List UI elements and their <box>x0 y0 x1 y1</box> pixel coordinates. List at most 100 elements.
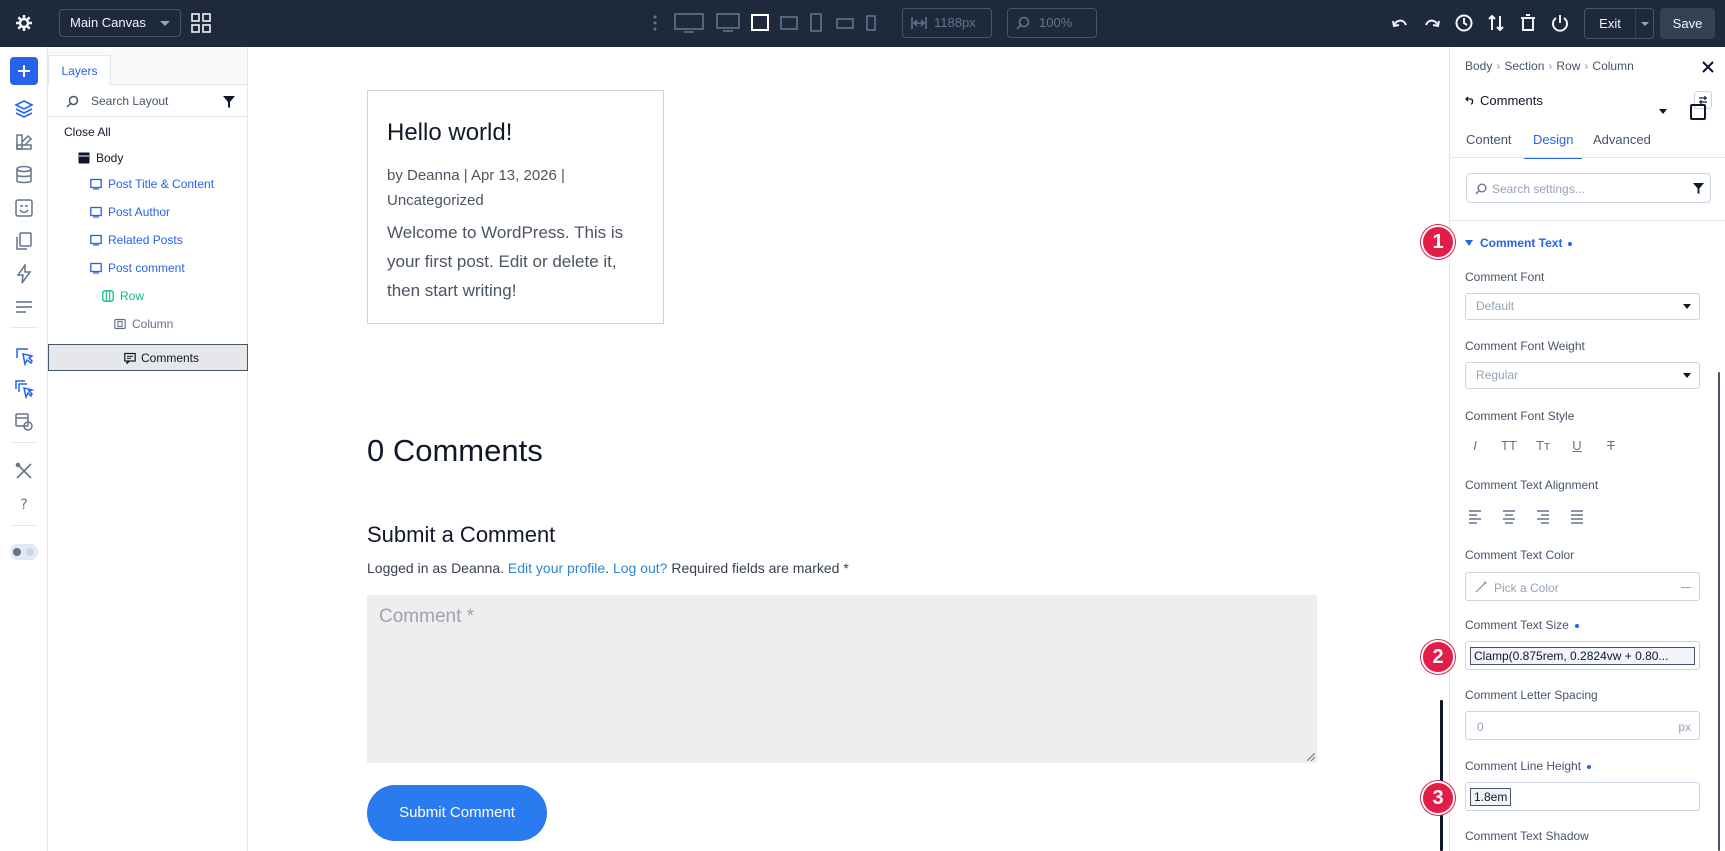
desktop-wide-icon[interactable] <box>674 12 704 34</box>
layers-search[interactable]: Search Layout <box>48 85 247 117</box>
comment-font-select[interactable]: Default <box>1465 293 1700 320</box>
tabs-more-icon[interactable] <box>1659 109 1667 114</box>
pages-icon[interactable] <box>14 231 34 251</box>
add-icon[interactable] <box>10 57 38 85</box>
crumb-row[interactable]: Row <box>1556 59 1580 73</box>
filter-icon[interactable] <box>223 96 235 108</box>
layer-label: Body <box>96 151 124 165</box>
capitalize-icon[interactable]: Tт <box>1533 436 1553 456</box>
layer-body[interactable]: Body <box>48 145 247 171</box>
redo-icon[interactable] <box>1422 13 1442 33</box>
lightning-icon[interactable] <box>14 264 34 284</box>
layer-post-author[interactable]: Post Author <box>48 199 247 225</box>
crumb-section[interactable]: Section <box>1504 59 1544 73</box>
tab-advanced[interactable]: Advanced <box>1593 125 1651 159</box>
preview-box-icon[interactable] <box>1690 104 1706 120</box>
settings-scrollbar[interactable] <box>1718 372 1720 851</box>
sort-icon[interactable] <box>1486 13 1506 33</box>
layers-icon[interactable] <box>14 99 34 119</box>
align-justify-icon[interactable] <box>1567 506 1587 526</box>
text-shadow-label: Comment Text Shadow <box>1465 829 1589 843</box>
post-body: Welcome to WordPress. This is your first… <box>387 223 624 300</box>
strikethrough-icon[interactable]: T <box>1601 436 1621 456</box>
more-vertical-icon[interactable] <box>652 13 658 33</box>
rail-divider <box>10 327 38 328</box>
trash-icon[interactable] <box>1518 13 1538 33</box>
text-color-label: Comment Text Color <box>1465 548 1575 562</box>
canvas-select-label: Main Canvas <box>70 15 146 30</box>
canvas-select[interactable]: Main Canvas <box>59 9 181 37</box>
font-weight-select[interactable]: Regular <box>1465 362 1700 389</box>
logged-in-text: Logged in as Deanna. <box>367 560 504 576</box>
align-center-icon[interactable] <box>1499 506 1519 526</box>
rail-divider <box>10 525 38 526</box>
phone-icon[interactable] <box>864 12 878 34</box>
layers-panel: Layers Search Layout Close All Body Post… <box>48 47 248 851</box>
font-weight-value: Regular <box>1476 368 1519 382</box>
align-left-icon[interactable] <box>1465 506 1485 526</box>
list-settings-icon[interactable] <box>14 297 34 317</box>
search-icon <box>66 95 79 108</box>
resize-grip-icon[interactable] <box>1307 753 1315 761</box>
gear-icon[interactable] <box>14 13 34 33</box>
tablet-landscape-icon[interactable] <box>780 12 798 34</box>
crumb-body[interactable]: Body <box>1465 59 1492 73</box>
settings-search-placeholder: Search settings... <box>1492 182 1585 196</box>
layer-label: Comments <box>141 351 200 365</box>
help-icon[interactable]: ? <box>14 494 34 514</box>
multi-select-icon[interactable] <box>14 379 34 399</box>
crumb-column[interactable]: Column <box>1592 59 1633 73</box>
layer-post-title-content[interactable]: Post Title & Content <box>48 171 247 197</box>
close-icon[interactable] <box>1702 61 1714 73</box>
font-weight-label: Comment Font Weight <box>1465 339 1585 353</box>
desktop-icon[interactable] <box>716 12 740 34</box>
align-right-icon[interactable] <box>1533 506 1553 526</box>
exit-button[interactable]: Exit <box>1584 8 1636 39</box>
clear-color-icon[interactable] <box>1681 587 1691 588</box>
zoom-field[interactable]: 100% <box>1007 8 1097 38</box>
layer-comments[interactable]: Comments <box>48 344 248 371</box>
tab-layers[interactable]: Layers <box>48 55 111 86</box>
tablet-icon[interactable] <box>808 12 824 34</box>
database-icon[interactable] <box>14 165 34 185</box>
power-icon[interactable] <box>1550 13 1570 33</box>
tools-icon[interactable] <box>14 461 34 481</box>
save-button[interactable]: Save <box>1660 8 1715 39</box>
tab-content[interactable]: Content <box>1466 125 1512 159</box>
uppercase-icon[interactable]: TT <box>1499 436 1519 456</box>
logout-link[interactable]: Log out? <box>613 560 668 576</box>
exit-dropdown-button[interactable] <box>1635 8 1654 39</box>
template-settings-icon[interactable] <box>14 412 34 432</box>
filter-icon[interactable] <box>1693 183 1704 194</box>
line-height-input[interactable]: 1.8em <box>1465 782 1700 811</box>
italic-icon[interactable]: I <box>1465 436 1485 456</box>
svg-text:?: ? <box>20 497 27 513</box>
tab-design[interactable]: Design <box>1524 125 1583 159</box>
layer-row[interactable]: Row <box>48 283 247 309</box>
layer-column[interactable]: Column <box>48 311 247 337</box>
comment-textarea[interactable]: Comment * <box>367 595 1317 763</box>
phone-landscape-icon[interactable] <box>836 12 854 34</box>
text-size-input[interactable]: Clamp(0.875rem, 0.2824vw + 0.80... <box>1465 641 1700 670</box>
canvas-scrollbar[interactable] <box>1440 700 1443 851</box>
layers-tabbar: Layers <box>48 47 247 86</box>
text-color-picker[interactable]: Pick a Color <box>1465 572 1700 601</box>
layer-related-posts[interactable]: Related Posts <box>48 227 247 253</box>
breadcrumb: Body › Section › Row › Column <box>1465 59 1634 73</box>
settings-search-input[interactable]: Search settings... <box>1466 173 1711 203</box>
history-icon[interactable] <box>1454 13 1474 33</box>
form-icon[interactable] <box>14 198 34 218</box>
grid-icon[interactable] <box>191 13 211 33</box>
mode-toggle[interactable] <box>10 544 38 560</box>
close-all-link[interactable]: Close All <box>48 119 247 145</box>
letter-spacing-input[interactable]: 0 px <box>1465 711 1700 740</box>
edit-profile-link[interactable]: Edit your profile <box>508 560 605 576</box>
undo-icon[interactable] <box>1390 13 1410 33</box>
laptop-icon[interactable] <box>750 12 770 34</box>
click-select-icon[interactable] <box>14 346 34 366</box>
canvas-width-field[interactable]: 1188px <box>902 8 992 38</box>
submit-comment-button[interactable]: Submit Comment <box>367 785 547 841</box>
design-library-icon[interactable] <box>14 132 34 152</box>
underline-icon[interactable]: U <box>1567 436 1587 456</box>
layer-post-comment[interactable]: Post comment <box>48 255 247 281</box>
